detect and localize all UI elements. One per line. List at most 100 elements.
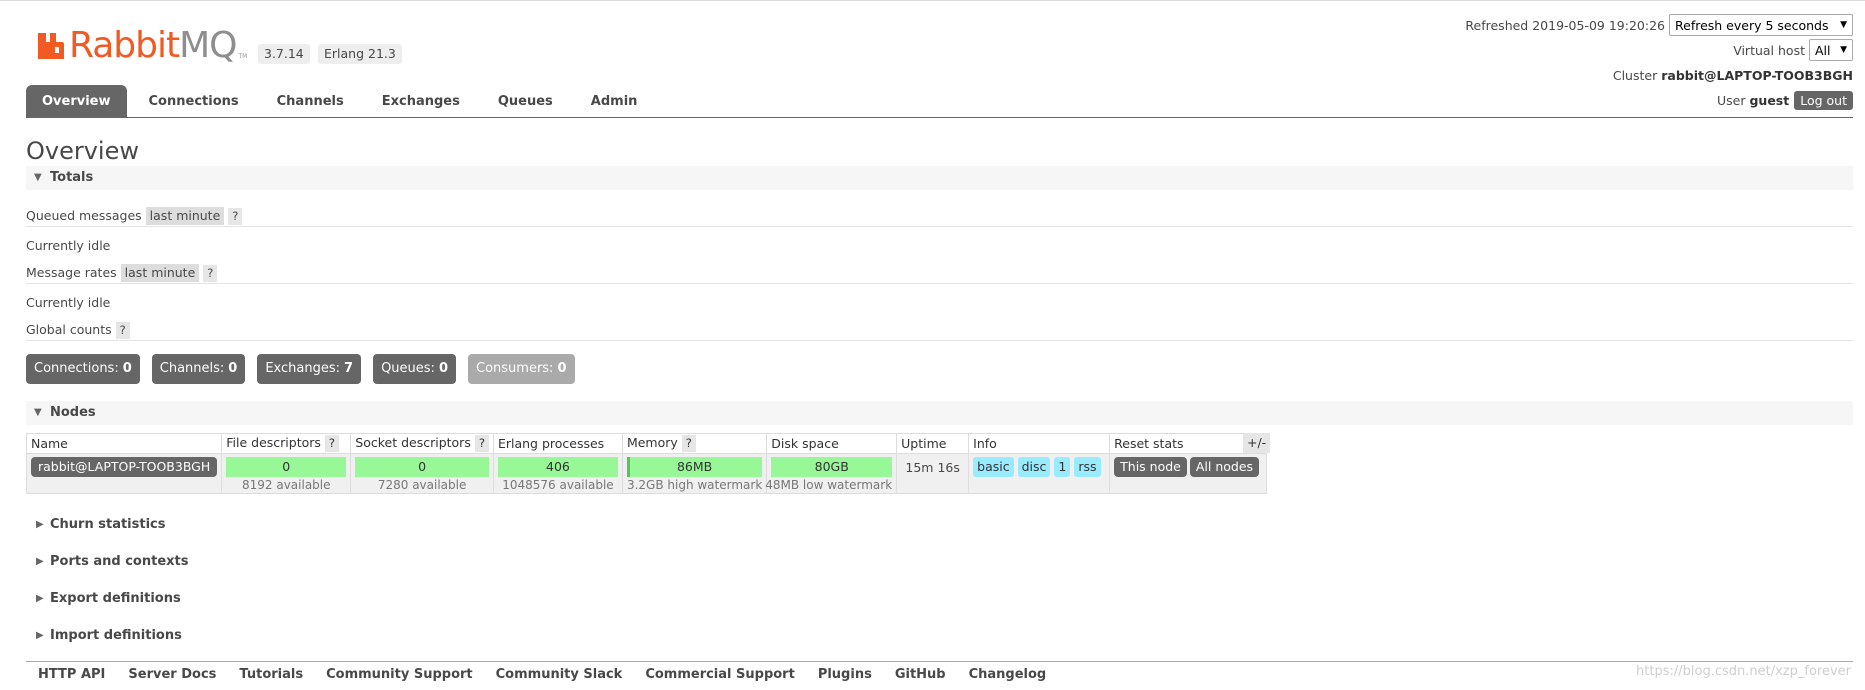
rabbitmq-version-badge: 3.7.14	[258, 44, 310, 64]
rates-help-button[interactable]: ?	[203, 264, 218, 282]
divider	[26, 340, 1853, 341]
footer-link-tutorials[interactable]: Tutorials	[239, 667, 303, 682]
connections-count-button[interactable]: Connections: 0	[26, 354, 140, 384]
reset-stats-cell: This node All nodes	[1109, 453, 1268, 494]
disk-space-cell: 80GB 48MB low watermark	[765, 453, 898, 494]
expanded-triangle-icon: ▼	[34, 172, 42, 183]
global-counts-help-button[interactable]: ?	[115, 321, 130, 339]
column-header-name: Name	[25, 433, 223, 454]
column-header-socket-descriptors: Socket descriptors?	[350, 433, 494, 454]
info-badge-disc[interactable]: disc	[1017, 457, 1051, 477]
info-badge-basic[interactable]: basic	[973, 457, 1014, 477]
queued-messages-label: Queued messages	[26, 208, 142, 223]
disk-watermark: 48MB low watermark	[765, 478, 893, 492]
consumers-count-button[interactable]: Consumers: 0	[468, 354, 575, 384]
queued-help-button[interactable]: ?	[228, 207, 243, 225]
rates-range-selector[interactable]: last minute	[120, 264, 200, 282]
info-cell: basic disc 1 rss	[968, 453, 1111, 494]
rabbitmq-logo[interactable]: RabbitMQ TM	[36, 28, 247, 64]
footer-link-server-docs[interactable]: Server Docs	[128, 667, 216, 682]
status-panel: Refreshed 2019-05-09 19:20:26 Refresh ev…	[1465, 14, 1853, 114]
footer-link-plugins[interactable]: Plugins	[818, 667, 872, 682]
top-border	[0, 0, 1865, 1]
queued-messages-row: Queued messages last minute ?	[26, 206, 243, 226]
table-header-row: Name File descriptors? Socket descriptor…	[25, 433, 1268, 454]
uptime-cell: 15m 16s	[896, 453, 970, 494]
tab-connections[interactable]: Connections	[133, 85, 255, 117]
refresh-interval-select[interactable]: Refresh every 5 seconds ▼	[1669, 14, 1853, 36]
message-rates-row: Message rates last minute ?	[26, 263, 218, 283]
tab-divider	[26, 117, 1853, 118]
column-header-disk-space: Disk space	[766, 433, 898, 454]
reset-all-nodes-button[interactable]: All nodes	[1189, 457, 1260, 477]
watermark-text: https://blog.csdn.net/xzp_forever	[1636, 664, 1851, 679]
main-tabs: Overview Connections Channels Exchanges …	[26, 85, 659, 117]
churn-statistics-section-header[interactable]: ▶ Churn statistics	[26, 513, 166, 537]
refreshed-label: Refreshed	[1465, 17, 1529, 33]
tab-channels[interactable]: Channels	[261, 85, 360, 117]
logout-button[interactable]: Log out	[1794, 90, 1853, 110]
brand-wordmark: RabbitMQ	[69, 25, 238, 66]
help-button[interactable]: ?	[324, 435, 340, 452]
export-definitions-section-header[interactable]: ▶ Export definitions	[26, 587, 181, 611]
tab-exchanges[interactable]: Exchanges	[366, 85, 476, 117]
footer-link-community-slack[interactable]: Community Slack	[496, 667, 623, 682]
help-button[interactable]: ?	[474, 435, 489, 452]
message-rates-label: Message rates	[26, 265, 117, 280]
virtual-host-select[interactable]: All ▼	[1809, 39, 1853, 61]
global-counts-label: Global counts	[26, 322, 112, 337]
tab-queues[interactable]: Queues	[482, 85, 569, 117]
toggle-columns-button[interactable]: +/-	[1243, 433, 1271, 453]
footer-link-github[interactable]: GitHub	[895, 667, 946, 682]
collapsed-triangle-icon: ▶	[36, 630, 44, 641]
node-name-link[interactable]: rabbit@LAPTOP-TOOB3BGH	[31, 457, 218, 477]
dropdown-arrow-icon: ▼	[1840, 20, 1847, 30]
global-counts-row: Global counts ?	[26, 320, 130, 340]
tab-admin[interactable]: Admin	[575, 85, 654, 117]
footer-link-community-support[interactable]: Community Support	[326, 667, 473, 682]
channels-count-button[interactable]: Channels: 0	[151, 354, 246, 384]
column-header-file-descriptors: File descriptors?	[221, 433, 352, 454]
queues-count-button[interactable]: Queues: 0	[373, 354, 456, 384]
help-button[interactable]: ?	[681, 435, 696, 452]
file-descriptors-cell: 0 8192 available	[221, 453, 352, 494]
socket-descriptors-available: 7280 available	[377, 478, 467, 492]
column-header-uptime: Uptime	[896, 433, 970, 454]
info-badge-rss[interactable]: rss	[1074, 457, 1101, 477]
erlang-processes-available: 1048576 available	[502, 478, 614, 492]
exchanges-count-button[interactable]: Exchanges: 7	[257, 354, 362, 384]
dropdown-arrow-icon: ▼	[1840, 45, 1847, 55]
queued-range-selector[interactable]: last minute	[145, 207, 225, 225]
memory-watermark: 3.2GB high watermark	[626, 478, 763, 492]
table-row: rabbit@LAPTOP-TOOB3BGH 0 8192 available …	[25, 453, 1268, 494]
user-name: guest	[1749, 92, 1790, 108]
column-header-memory: Memory?	[621, 433, 768, 454]
footer-link-commercial-support[interactable]: Commercial Support	[645, 667, 795, 682]
collapsed-triangle-icon: ▶	[36, 556, 44, 567]
info-badge-count[interactable]: 1	[1054, 457, 1071, 477]
nodes-section-header[interactable]: ▼ Nodes	[26, 401, 1853, 425]
cluster-name: rabbit@LAPTOP-TOOB3BGH	[1661, 67, 1853, 83]
ports-and-contexts-section-header[interactable]: ▶ Ports and contexts	[26, 550, 188, 574]
import-definitions-section-header[interactable]: ▶ Import definitions	[26, 624, 182, 648]
rates-idle-text: Currently idle	[26, 295, 111, 310]
reset-this-node-button[interactable]: This node	[1114, 457, 1187, 477]
cluster-label: Cluster	[1612, 67, 1658, 83]
memory-cell: 86MB 3.2GB high watermark	[621, 453, 768, 494]
collapsed-triangle-icon: ▶	[36, 593, 44, 604]
totals-section-header[interactable]: ▼ Totals	[26, 166, 1853, 190]
disk-space-bar: 80GB	[771, 457, 893, 477]
totals-heading: Totals	[50, 170, 94, 185]
file-descriptors-available: 8192 available	[242, 478, 331, 492]
footer-link-changelog[interactable]: Changelog	[969, 667, 1047, 682]
user-label: User	[1716, 92, 1746, 108]
footer-links: HTTP API Server Docs Tutorials Community…	[38, 667, 1069, 682]
expanded-triangle-icon: ▼	[34, 407, 42, 418]
global-counts: Connections: 0 Channels: 0 Exchanges: 7 Que…	[26, 354, 587, 384]
rabbitmq-logo-icon	[38, 33, 64, 59]
tab-overview[interactable]: Overview	[26, 85, 127, 117]
divider	[26, 283, 1853, 284]
footer-link-http-api[interactable]: HTTP API	[38, 667, 105, 682]
socket-descriptors-cell: 0 7280 available	[350, 453, 494, 494]
divider	[26, 226, 1853, 227]
